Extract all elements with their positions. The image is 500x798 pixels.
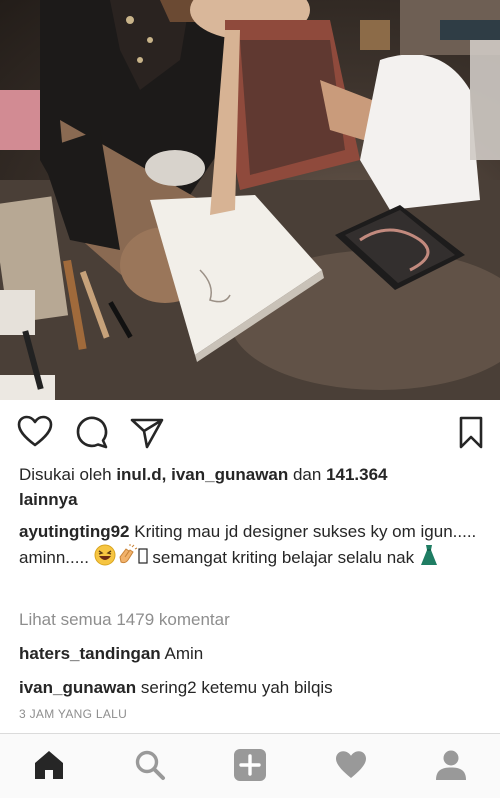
comment-text: Amin [160,644,204,663]
comment-item: ivan_gunawan sering2 ketemu yah bilqis [19,675,333,700]
bottom-navigation [0,733,500,798]
likes-suffix[interactable]: lainnya [19,490,78,509]
profile-icon[interactable] [434,748,468,782]
heart-icon[interactable] [17,414,53,450]
post-photo-illustration [0,0,500,400]
post-action-bar [0,412,500,452]
caption-text-2: semangat kriting belajar selalu nak [147,548,419,567]
activity-heart-icon[interactable] [334,748,368,782]
post-caption: ayutingting92 Kriting mau jd designer su… [19,519,489,573]
add-post-icon[interactable] [233,748,267,782]
bookmark-icon[interactable] [453,414,489,450]
grinning-squint-emoji-icon [94,544,116,573]
caption-username[interactable]: ayutingting92 [19,522,130,541]
likes-separator: , [161,465,172,484]
liker-username-2[interactable]: ivan_gunawan [171,465,288,484]
likes-summary[interactable]: Disukai oleh inul.d, ivan_gunawan dan 14… [19,462,479,512]
missing-glyph-icon [138,546,148,573]
clapping-hands-emoji-icon [116,544,138,573]
likes-mid: dan [288,465,327,484]
post-photo[interactable] [0,0,500,400]
home-icon[interactable] [32,748,66,782]
likes-prefix: Disukai oleh [19,465,117,484]
post-timestamp: 3 JAM YANG LALU [19,707,128,721]
share-icon[interactable] [129,414,165,450]
comment-username[interactable]: ivan_gunawan [19,678,136,697]
comment-icon[interactable] [74,414,110,450]
liker-username-1[interactable]: inul.d [116,465,161,484]
search-icon[interactable] [133,748,167,782]
view-all-comments-link[interactable]: Lihat semua 1479 komentar [19,607,230,632]
dress-emoji-icon [419,544,439,573]
comment-username[interactable]: haters_tandingan [19,644,161,663]
likes-count[interactable]: 141.364 [326,465,387,484]
comment-item: haters_tandingan Amin [19,641,203,666]
comment-text: sering2 ketemu yah bilqis [136,678,333,697]
